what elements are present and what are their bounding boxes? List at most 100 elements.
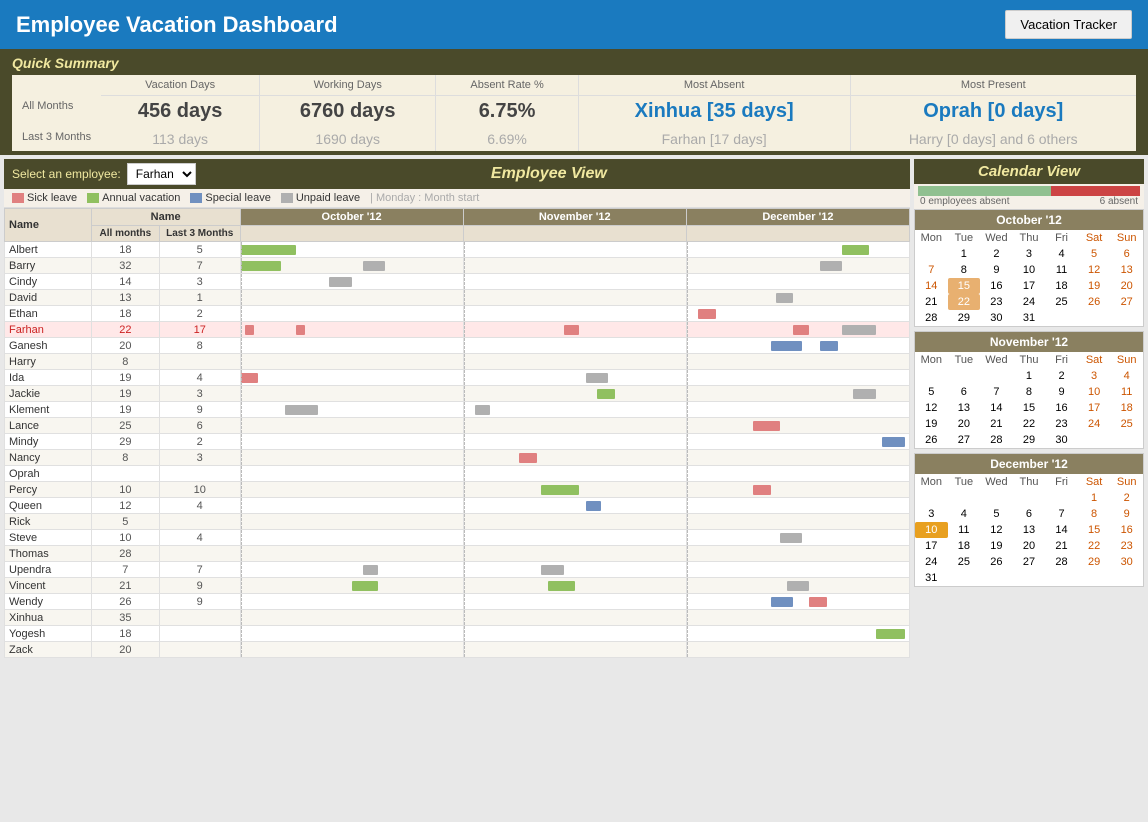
cal-day[interactable]: 31	[915, 570, 948, 586]
last3-most-absent: Farhan [17 days]	[578, 127, 850, 151]
cal-day[interactable]: 29	[948, 310, 981, 326]
cal-day[interactable]: 8	[948, 262, 981, 278]
cal-day[interactable]: 4	[948, 506, 981, 522]
cal-day[interactable]: 25	[948, 554, 981, 570]
cal-day[interactable]: 17	[1013, 278, 1046, 294]
cal-day[interactable]: 9	[1045, 384, 1078, 400]
cal-day[interactable]: 12	[1078, 262, 1111, 278]
cal-day[interactable]: 9	[980, 262, 1013, 278]
cal-day[interactable]: 15	[948, 278, 981, 294]
cal-day[interactable]: 23	[1045, 416, 1078, 432]
cal-day	[1045, 490, 1078, 506]
cal-day[interactable]: 16	[980, 278, 1013, 294]
cal-day[interactable]: 10	[915, 522, 948, 538]
cal-day[interactable]: 2	[980, 246, 1013, 262]
cal-day[interactable]: 28	[1045, 554, 1078, 570]
cal-day[interactable]: 17	[915, 538, 948, 554]
employee-name: Vincent	[5, 578, 92, 594]
cal-day[interactable]: 1	[1078, 490, 1111, 506]
cal-day[interactable]: 13	[1013, 522, 1046, 538]
cal-day[interactable]: 12	[980, 522, 1013, 538]
cal-day[interactable]: 20	[948, 416, 981, 432]
cal-day[interactable]: 19	[915, 416, 948, 432]
cal-day[interactable]: 7	[980, 384, 1013, 400]
cal-day[interactable]: 7	[1045, 506, 1078, 522]
cal-day[interactable]: 5	[915, 384, 948, 400]
cal-day[interactable]: 3	[915, 506, 948, 522]
cal-day[interactable]: 13	[1110, 262, 1143, 278]
cal-day[interactable]: 23	[1110, 538, 1143, 554]
cal-day[interactable]: 12	[915, 400, 948, 416]
cal-day[interactable]: 11	[948, 522, 981, 538]
cal-day[interactable]: 1	[948, 246, 981, 262]
gantt-oct-ida	[240, 370, 463, 386]
cal-day[interactable]: 28	[915, 310, 948, 326]
cal-day[interactable]: 18	[948, 538, 981, 554]
cal-day[interactable]: 24	[1078, 416, 1111, 432]
cal-day[interactable]: 5	[980, 506, 1013, 522]
cal-day[interactable]: 27	[1013, 554, 1046, 570]
cal-day[interactable]: 28	[980, 432, 1013, 448]
cal-day[interactable]: 5	[1078, 246, 1111, 262]
vacation-tracker-button[interactable]: Vacation Tracker	[1005, 10, 1132, 39]
cal-day[interactable]: 21	[980, 416, 1013, 432]
cal-day[interactable]: 26	[980, 554, 1013, 570]
cal-day[interactable]: 18	[1045, 278, 1078, 294]
cal-day[interactable]: 30	[1045, 432, 1078, 448]
cal-day[interactable]: 8	[1078, 506, 1111, 522]
cal-day[interactable]: 3	[1013, 246, 1046, 262]
cal-day[interactable]: 4	[1110, 368, 1143, 384]
cal-day[interactable]: 11	[1045, 262, 1078, 278]
cal-day[interactable]: 9	[1110, 506, 1143, 522]
cal-day[interactable]: 30	[1110, 554, 1143, 570]
cal-day[interactable]: 26	[1078, 294, 1111, 310]
cal-day[interactable]: 15	[1078, 522, 1111, 538]
cal-day[interactable]: 21	[1045, 538, 1078, 554]
cal-day[interactable]: 21	[915, 294, 948, 310]
cal-day[interactable]: 22	[948, 294, 981, 310]
cal-day[interactable]: 31	[1013, 310, 1046, 326]
cal-day[interactable]: 6	[948, 384, 981, 400]
cal-day[interactable]: 7	[915, 262, 948, 278]
cal-day[interactable]: 14	[1045, 522, 1078, 538]
employee-select[interactable]: Farhan Albert Barry	[127, 163, 196, 185]
cal-day[interactable]: 10	[1078, 384, 1111, 400]
cal-day[interactable]: 15	[1013, 400, 1046, 416]
cal-day[interactable]: 24	[1013, 294, 1046, 310]
cal-day[interactable]: 16	[1045, 400, 1078, 416]
cal-day[interactable]: 19	[1078, 278, 1111, 294]
cal-day[interactable]: 19	[980, 538, 1013, 554]
cal-day[interactable]: 20	[1013, 538, 1046, 554]
cal-day[interactable]: 20	[1110, 278, 1143, 294]
cal-day[interactable]: 1	[1013, 368, 1046, 384]
gantt-dec-thomas	[686, 546, 909, 562]
cal-day[interactable]: 14	[915, 278, 948, 294]
cal-day[interactable]: 8	[1013, 384, 1046, 400]
cal-day[interactable]: 27	[948, 432, 981, 448]
cal-day[interactable]: 26	[915, 432, 948, 448]
cal-day[interactable]: 17	[1078, 400, 1111, 416]
gantt-dec-zack	[686, 642, 909, 658]
cal-day[interactable]: 22	[1013, 416, 1046, 432]
cal-day[interactable]: 4	[1045, 246, 1078, 262]
cal-day[interactable]: 2	[1045, 368, 1078, 384]
cal-day[interactable]: 10	[1013, 262, 1046, 278]
cal-day[interactable]: 22	[1078, 538, 1111, 554]
cal-day[interactable]: 24	[915, 554, 948, 570]
cal-day[interactable]: 6	[1110, 246, 1143, 262]
cal-day[interactable]: 29	[1078, 554, 1111, 570]
cal-day[interactable]: 25	[1045, 294, 1078, 310]
cal-day[interactable]: 27	[1110, 294, 1143, 310]
cal-day[interactable]: 23	[980, 294, 1013, 310]
cal-day[interactable]: 16	[1110, 522, 1143, 538]
cal-day[interactable]: 29	[1013, 432, 1046, 448]
cal-day[interactable]: 30	[980, 310, 1013, 326]
cal-day[interactable]: 6	[1013, 506, 1046, 522]
cal-day[interactable]: 25	[1110, 416, 1143, 432]
cal-day[interactable]: 11	[1110, 384, 1143, 400]
cal-day[interactable]: 3	[1078, 368, 1111, 384]
cal-day[interactable]: 14	[980, 400, 1013, 416]
cal-day[interactable]: 18	[1110, 400, 1143, 416]
cal-day[interactable]: 13	[948, 400, 981, 416]
cal-day[interactable]: 2	[1110, 490, 1143, 506]
